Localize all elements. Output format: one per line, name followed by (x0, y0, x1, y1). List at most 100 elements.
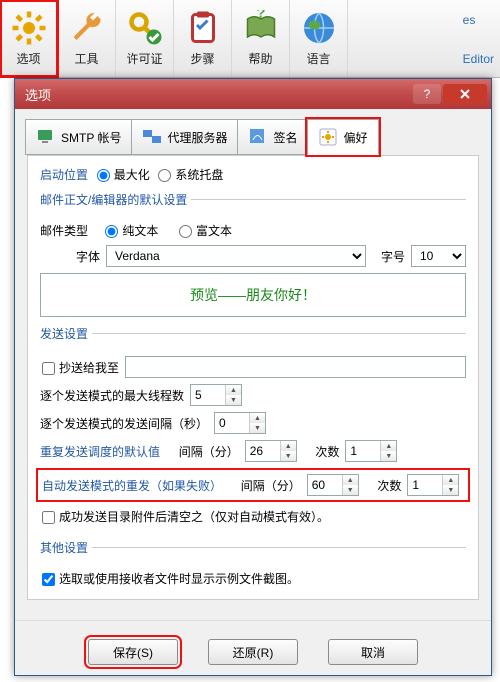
preview-box: 预览——朋友你好！ (40, 273, 466, 317)
cc-self-input[interactable] (125, 356, 466, 378)
maxthreads-input[interactable] (191, 385, 225, 405)
spin-up-icon[interactable]: ▲ (226, 385, 241, 395)
key-check-icon (127, 10, 163, 46)
repeat-count-input[interactable] (346, 441, 380, 461)
show-thumbnail-checkbox[interactable] (42, 573, 55, 586)
send-legend: 发送设置 (40, 325, 92, 342)
cancel-button[interactable]: 取消 (328, 639, 418, 665)
auto-interval-input[interactable] (308, 475, 342, 495)
cc-self-checkbox[interactable] (42, 362, 55, 375)
main-toolbar: 选项 工具 许可证 步骤 ? 帮助 语言 es Editor (0, 0, 500, 78)
save-button[interactable]: 保存(S) (88, 639, 178, 665)
servers-icon (142, 127, 162, 147)
send-fieldset: 发送设置 抄送给我至 逐个发送模式的最大线程数 ▲▼ 逐个发送模式的发送间隔（秒… (40, 325, 466, 531)
spin-up-icon[interactable]: ▲ (381, 441, 396, 451)
other-legend: 其他设置 (40, 539, 92, 556)
spin-up-icon[interactable]: ▲ (443, 475, 458, 485)
globe-icon (301, 10, 337, 46)
font-size-select[interactable]: 10 (411, 245, 466, 267)
toolbar-help-label: 帮助 (248, 50, 272, 67)
mail-type-rich-option[interactable]: 富文本 (177, 222, 232, 239)
mail-type-rich-radio[interactable] (179, 225, 192, 238)
repeat-interval-input[interactable] (246, 441, 280, 461)
mail-type-rich-label: 富文本 (196, 224, 232, 238)
mail-type-plain-radio[interactable] (105, 225, 118, 238)
auto-count-input[interactable] (408, 475, 442, 495)
signature-icon (248, 127, 268, 147)
send-interval-spin[interactable]: ▲▼ (214, 412, 266, 434)
tab-smtp[interactable]: SMTP 帐号 (25, 119, 132, 155)
start-tray-radio[interactable] (158, 169, 171, 182)
tab-signature-label: 签名 (273, 129, 297, 146)
tab-preferences-label: 偏好 (343, 129, 367, 146)
spin-up-icon[interactable]: ▲ (343, 475, 358, 485)
link-es[interactable]: es (463, 13, 494, 27)
spin-down-icon[interactable]: ▼ (443, 485, 458, 495)
maxthreads-label: 逐个发送模式的最大线程数 (40, 387, 184, 404)
toolbar-license[interactable]: 许可证 (116, 0, 174, 77)
font-select[interactable]: Verdana (106, 245, 366, 267)
tab-smtp-label: SMTP 帐号 (61, 129, 121, 146)
dialog-close-button[interactable] (443, 84, 487, 104)
toolbar-steps-label: 步骤 (190, 50, 214, 67)
spin-up-icon[interactable]: ▲ (281, 441, 296, 451)
monitor-icon (36, 127, 56, 147)
spin-down-icon[interactable]: ▼ (250, 423, 265, 433)
tab-preferences[interactable]: 偏好 (307, 119, 378, 155)
auto-interval-spin[interactable]: ▲▼ (307, 474, 359, 496)
options-dialog: 选项 ? SMTP 帐号 代理服务器 签名 偏好 启动位置 最大化 系统托盘 (14, 78, 492, 676)
toolbar-language-label: 语言 (306, 50, 330, 67)
toolbar-options[interactable]: 选项 (0, 0, 58, 77)
tab-proxy[interactable]: 代理服务器 (131, 119, 238, 155)
restore-button[interactable]: 还原(R) (208, 639, 298, 665)
send-interval-input[interactable] (215, 413, 249, 433)
show-thumbnail-option[interactable]: 选取或使用接收者文件时显示示例文件截图。 (40, 570, 299, 587)
maxthreads-spin[interactable]: ▲▼ (190, 384, 242, 406)
auto-count-spin[interactable]: ▲▼ (407, 474, 459, 496)
preview-text: 预览——朋友你好！ (190, 285, 316, 305)
start-tray-label: 系统托盘 (175, 168, 223, 182)
clear-after-send-checkbox[interactable] (42, 511, 55, 524)
tab-signature[interactable]: 签名 (237, 119, 308, 155)
show-thumbnail-label: 选取或使用接收者文件时显示示例文件截图。 (59, 572, 299, 586)
auto-interval-label: 间隔（分） (241, 477, 301, 494)
repeat-count-spin[interactable]: ▲▼ (345, 440, 397, 462)
svg-text:?: ? (256, 10, 265, 22)
right-links: es Editor (463, 0, 494, 78)
gear-icon (11, 10, 47, 46)
font-size-label: 字号 (381, 248, 405, 265)
gear-small-icon (318, 127, 338, 147)
spin-down-icon[interactable]: ▼ (381, 451, 396, 461)
spin-down-icon[interactable]: ▼ (226, 395, 241, 405)
start-tray-option[interactable]: 系统托盘 (156, 166, 223, 183)
toolbar-language[interactable]: 语言 (290, 0, 348, 77)
spin-up-icon[interactable]: ▲ (250, 413, 265, 423)
start-position-label: 启动位置 (40, 166, 88, 183)
link-editor[interactable]: Editor (463, 52, 494, 66)
start-max-label: 最大化 (114, 168, 150, 182)
repeat-interval-spin[interactable]: ▲▼ (245, 440, 297, 462)
clear-after-send-option[interactable]: 成功发送目录附件后清空之（仅对自动模式有效）。 (40, 508, 329, 525)
spin-down-icon[interactable]: ▼ (281, 451, 296, 461)
start-max-radio[interactable] (97, 169, 110, 182)
mail-type-plain-option[interactable]: 纯文本 (103, 222, 158, 239)
auto-count-label: 次数 (377, 477, 401, 494)
cc-self-label: 抄送给我至 (59, 361, 119, 375)
send-interval-label: 逐个发送模式的发送间隔（秒） (40, 415, 208, 432)
toolbar-steps[interactable]: 步骤 (174, 0, 232, 77)
editor-legend: 邮件正文/编辑器的默认设置 (40, 191, 191, 208)
auto-resend-highlight: 自动发送模式的重发（如果失败） 间隔（分） ▲▼ 次数 ▲▼ (36, 468, 470, 502)
start-position-row: 启动位置 最大化 系统托盘 (40, 166, 466, 183)
mail-type-label: 邮件类型 (40, 222, 88, 239)
other-fieldset: 其他设置 选取或使用接收者文件时显示示例文件截图。 (40, 539, 466, 593)
dialog-titlebar: 选项 ? (15, 79, 491, 109)
start-max-option[interactable]: 最大化 (95, 166, 150, 183)
cc-self-option[interactable]: 抄送给我至 (40, 359, 119, 376)
toolbar-tools[interactable]: 工具 (58, 0, 116, 77)
toolbar-help[interactable]: ? 帮助 (232, 0, 290, 77)
repeat-count-label: 次数 (315, 443, 339, 460)
repeat-default-label: 重复发送调度的默认值 (40, 443, 160, 460)
dialog-help-button[interactable]: ? (413, 84, 441, 104)
toolbar-options-label: 选项 (16, 50, 40, 67)
spin-down-icon[interactable]: ▼ (343, 485, 358, 495)
